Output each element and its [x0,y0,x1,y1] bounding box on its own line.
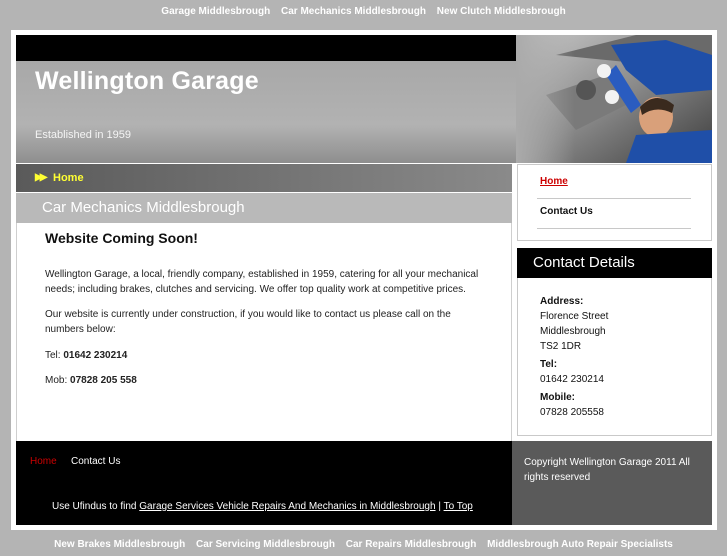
page-heading: Car Mechanics Middlesbrough [16,193,512,223]
footer-credit: Use Ufindus to find Garage Services Vehi… [52,501,473,512]
top-nav-link-garage[interactable]: Garage Middlesbrough [161,6,270,17]
site-tagline: Established in 1959 [35,129,132,141]
main-content: Website Coming Soon! Wellington Garage, … [16,223,512,442]
side-menu-contact-us[interactable]: Contact Us [540,206,593,217]
credit-separator: | [438,501,441,512]
mechanic-photo [516,35,712,163]
bottom-nav: New Brakes Middlesbrough Car Servicing M… [0,536,727,556]
address-line-3: TS2 1DR [540,341,582,352]
credit-prefix: Use Ufindus to find [52,501,137,512]
side-menu-divider [537,198,691,199]
contact-details-heading: Contact Details [517,248,712,278]
mob-line: Mob: 07828 205 558 [45,373,485,388]
contact-mobile-label: Mobile: [540,392,575,403]
tel-line: Tel: 01642 230214 [45,348,485,363]
credit-link[interactable]: Garage Services Vehicle Repairs And Mech… [139,501,435,512]
contact-mobile: 07828 205558 [540,407,604,418]
footer-link-contact-us[interactable]: Contact Us [71,456,120,467]
site-header: Wellington Garage Established in 1959 [16,35,712,163]
to-top-link[interactable]: To Top [444,501,473,512]
footer-copyright: Copyright Wellington Garage 2011 All rig… [512,441,712,525]
address-line-2: Middlesbrough [540,326,606,337]
page-heading-text: Car Mechanics Middlesbrough [42,199,245,216]
mob-number: 07828 205 558 [70,375,137,386]
footer-link-home[interactable]: Home [30,456,57,467]
mob-label: Mob: [45,375,68,386]
page-frame: Wellington Garage Established in 1959 ▶▶… [11,30,717,530]
double-arrow-icon: ▶▶ [35,172,48,183]
tel-number: 01642 230214 [63,350,128,361]
top-nav-link-new-clutch[interactable]: New Clutch Middlesbrough [437,6,566,17]
address-label: Address: [540,296,584,307]
tel-label: Tel: [45,350,61,361]
intro-paragraph: Wellington Garage, a local, friendly com… [45,269,479,295]
contact-details-box: Address: Florence Street Middlesbrough T… [517,278,712,436]
side-menu-home[interactable]: Home [540,176,568,187]
contact-tel: 01642 230214 [540,374,604,385]
breadcrumb-home-link[interactable]: Home [53,164,84,192]
footer-nav: Home Contact Us Use Ufindus to find Gara… [16,441,512,525]
side-menu-divider [537,228,691,229]
top-nav: Garage Middlesbrough Car Mechanics Middl… [0,0,727,24]
address-line-1: Florence Street [540,311,609,322]
main-heading: Website Coming Soon! [45,230,198,246]
side-menu: Home Contact Us [517,164,712,241]
top-nav-link-car-mechanics[interactable]: Car Mechanics Middlesbrough [281,6,426,17]
site-title: Wellington Garage [35,67,259,95]
copyright-text: Copyright Wellington Garage 2011 All rig… [524,457,690,483]
contact-heading-text: Contact Details [533,254,635,271]
construction-paragraph: Our website is currently under construct… [45,309,451,335]
contact-tel-label: Tel: [540,359,558,370]
breadcrumb: ▶▶ Home [16,164,512,192]
